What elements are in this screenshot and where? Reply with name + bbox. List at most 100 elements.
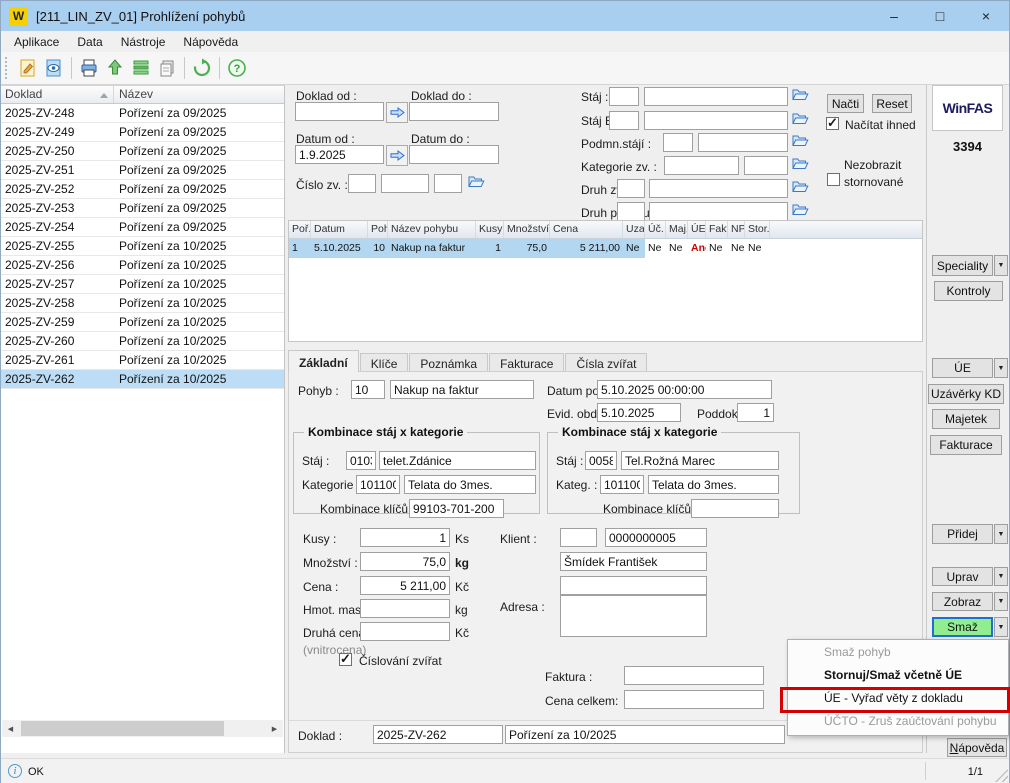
staj-b-lookup-folder-icon[interactable]	[792, 112, 810, 127]
doc-list-row[interactable]: 2025-ZV-251 Pořízení za 09/2025	[1, 161, 284, 180]
speciality-button[interactable]: Speciality	[932, 255, 993, 276]
druh-pohybu-code-input[interactable]	[617, 202, 645, 221]
staj-b-name-input[interactable]	[644, 111, 788, 130]
poddoklad-input[interactable]	[737, 403, 774, 422]
staj-right-code-input[interactable]	[585, 451, 617, 470]
grid-col-fakt[interactable]: Fakt	[706, 221, 728, 238]
druh-pohybu-lookup-folder-icon[interactable]	[792, 203, 810, 218]
klient-name-input[interactable]	[560, 552, 707, 571]
doc-list-row[interactable]: 2025-ZV-260 Pořízení za 10/2025	[1, 332, 284, 351]
speciality-dropdown-icon[interactable]: ▼	[994, 255, 1008, 276]
cena-input[interactable]	[360, 576, 450, 595]
cislo-zv-input-1[interactable]	[348, 174, 376, 193]
klient-number-input[interactable]	[605, 528, 707, 547]
kusy-input[interactable]	[360, 528, 450, 547]
evid-obdobi-input[interactable]	[597, 403, 681, 422]
horizontal-scrollbar[interactable]: ◀ ▶	[2, 720, 283, 737]
tab[interactable]: Fakturace	[489, 353, 564, 372]
maximize-button[interactable]: □	[917, 1, 963, 31]
doc-list-row[interactable]: 2025-ZV-261 Pořízení za 10/2025	[1, 351, 284, 370]
doc-list-row[interactable]: 2025-ZV-262 Pořízení za 10/2025	[1, 370, 284, 389]
cislo-zv-input-3[interactable]	[434, 174, 462, 193]
grid-col-np[interactable]: NP	[728, 221, 745, 238]
podmn-name-input[interactable]	[698, 133, 788, 152]
uzaverky-kd-button[interactable]: Uzávěrky KD	[928, 384, 1004, 404]
grid-col-por[interactable]: Poř.	[289, 221, 311, 238]
tab[interactable]: Poznámka	[409, 353, 488, 372]
copy-icon[interactable]	[154, 55, 180, 81]
kategorie-left-code-input[interactable]	[356, 475, 400, 494]
context-menu-item[interactable]: ÚE - Vyřaď věty z dokladu	[788, 687, 1008, 710]
majetek-button[interactable]: Majetek	[932, 409, 1000, 429]
tab[interactable]: Klíče	[360, 353, 409, 372]
doc-list-row[interactable]: 2025-ZV-252 Pořízení za 09/2025	[1, 180, 284, 199]
menu-item[interactable]: Aplikace	[5, 33, 68, 51]
smaz-button[interactable]: Smaž	[932, 617, 993, 637]
datum-poh-input[interactable]	[597, 380, 772, 399]
grid-col-poh[interactable]: Poh.	[368, 221, 388, 238]
close-button[interactable]: ×	[963, 1, 1009, 31]
druha-cena-input[interactable]	[360, 622, 450, 641]
menu-item[interactable]: Data	[68, 33, 111, 51]
podmn-code-input[interactable]	[663, 133, 693, 152]
kategorie-right-code-input[interactable]	[600, 475, 644, 494]
doc-list-row[interactable]: 2025-ZV-254 Pořízení za 09/2025	[1, 218, 284, 237]
cislovani-zvirat-checkbox[interactable]	[339, 653, 352, 666]
resize-grip[interactable]	[995, 769, 1008, 782]
klient-code-input[interactable]	[560, 528, 597, 547]
menu-item[interactable]: Nástroje	[112, 33, 175, 51]
kategorie-left-name-input[interactable]	[404, 475, 536, 494]
staj-left-code-input[interactable]	[346, 451, 376, 470]
kategorie-right-name-input[interactable]	[648, 475, 779, 494]
grid-col-nazev-pohybu[interactable]: Název pohybu	[388, 221, 476, 238]
zobraz-dropdown-icon[interactable]: ▼	[994, 592, 1008, 611]
uprav-button[interactable]: Uprav	[932, 567, 993, 586]
scrollbar-thumb[interactable]	[21, 721, 224, 736]
copy-od-to-do-icon[interactable]	[386, 102, 408, 123]
uprav-dropdown-icon[interactable]: ▼	[994, 567, 1008, 586]
reset-button[interactable]: Reset	[872, 94, 912, 113]
print-icon[interactable]	[76, 55, 102, 81]
cislo-zv-input-2[interactable]	[381, 174, 429, 193]
doklad-od-input[interactable]	[295, 102, 384, 121]
grid-col-cena[interactable]: Cena	[550, 221, 623, 238]
grid-col-stor[interactable]: Stor.	[745, 221, 770, 238]
menu-item[interactable]: Nápověda	[174, 33, 247, 51]
context-menu-item[interactable]: Stornuj/Smaž včetně ÚE	[788, 664, 1008, 687]
kombinace-klicu-right-input[interactable]	[691, 499, 779, 518]
druh-zv-name-input[interactable]	[649, 179, 788, 198]
toolbar-grip[interactable]	[5, 57, 10, 79]
cislo-zv-lookup-folder-icon[interactable]	[468, 175, 486, 190]
fakturace-button[interactable]: Fakturace	[930, 435, 1002, 455]
nacitat-ihned-checkbox[interactable]	[826, 117, 839, 130]
tab[interactable]: Čísla zvířat	[565, 353, 647, 372]
doklad-code-input[interactable]	[373, 725, 503, 744]
view-document-icon[interactable]	[41, 55, 67, 81]
zobraz-button[interactable]: Zobraz	[932, 592, 993, 611]
staj-lookup-folder-icon[interactable]	[792, 88, 810, 103]
doc-list-row[interactable]: 2025-ZV-249 Pořízení za 09/2025	[1, 123, 284, 142]
nacti-button[interactable]: Načti	[827, 94, 864, 113]
druh-zv-lookup-folder-icon[interactable]	[792, 180, 810, 195]
nezobrazit-stornovane-checkbox[interactable]	[827, 173, 840, 186]
druh-zv-code-input[interactable]	[617, 179, 645, 198]
doc-list-row[interactable]: 2025-ZV-258 Pořízení za 10/2025	[1, 294, 284, 313]
grid-col-maj[interactable]: Maj.	[666, 221, 688, 238]
kombinace-klicu-left-input[interactable]	[409, 499, 504, 518]
pohyb-name-input[interactable]	[390, 380, 534, 399]
faktura-input[interactable]	[624, 666, 764, 685]
kontroly-button[interactable]: Kontroly	[934, 281, 1003, 301]
kategorie-name-input[interactable]	[744, 156, 788, 175]
kategorie-code-input[interactable]	[664, 156, 739, 175]
doc-list-row[interactable]: 2025-ZV-256 Pořízení za 10/2025	[1, 256, 284, 275]
column-header-nazev[interactable]: Název	[114, 86, 284, 103]
tab[interactable]: Základní	[288, 350, 359, 372]
minimize-button[interactable]: –	[871, 1, 917, 31]
ue-dropdown-icon[interactable]: ▼	[994, 358, 1008, 378]
column-header-doklad[interactable]: Doklad	[1, 86, 114, 103]
smaz-dropdown-icon[interactable]: ▼	[994, 617, 1008, 637]
doklad-do-input[interactable]	[409, 102, 499, 121]
ue-button[interactable]: ÚE	[932, 358, 993, 378]
doc-list-row[interactable]: 2025-ZV-248 Pořízení za 09/2025	[1, 104, 284, 123]
grid-col-uc[interactable]: Úč.	[645, 221, 666, 238]
